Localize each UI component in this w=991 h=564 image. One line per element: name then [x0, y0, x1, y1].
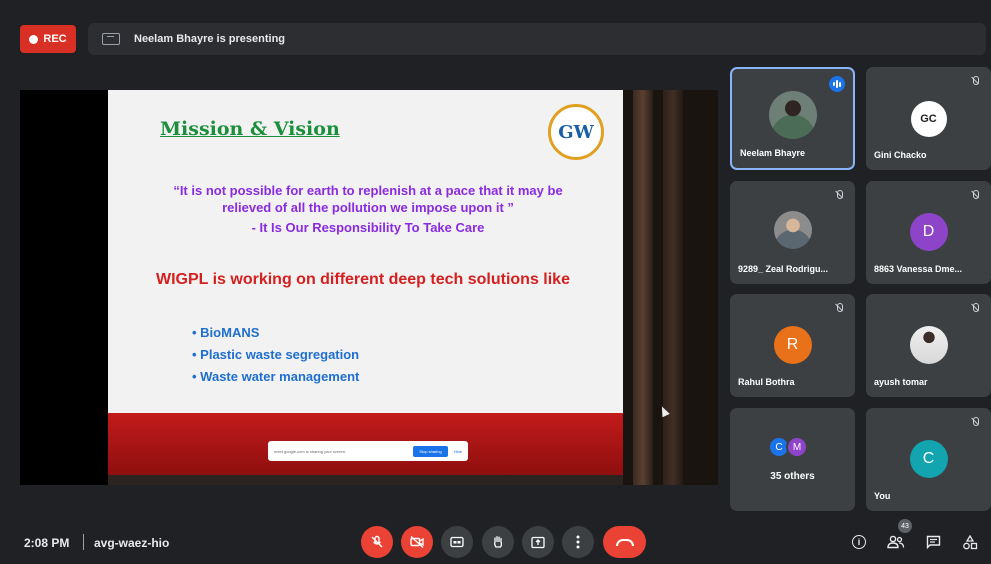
- participant-tile-you[interactable]: C You: [866, 408, 991, 511]
- participant-tile-rahul-bothra[interactable]: R Rahul Bothra: [730, 294, 855, 397]
- slide-title: Mission & Vision: [160, 118, 340, 140]
- meeting-details-button[interactable]: i: [849, 532, 869, 552]
- others-count: 35 others: [770, 471, 815, 482]
- presenting-banner: Neelam Bhayre is presenting: [88, 23, 986, 55]
- participant-name: You: [874, 491, 891, 501]
- avatar: D: [909, 213, 948, 251]
- presenting-text: Neelam Bhayre is presenting: [134, 33, 286, 45]
- end-call-button[interactable]: [603, 526, 646, 558]
- raise-hand-icon: [494, 536, 503, 548]
- present-now-button[interactable]: [522, 526, 554, 558]
- mic-off-icon: [969, 189, 981, 201]
- mini-avatar: M: [786, 436, 808, 458]
- people-icon: [887, 535, 905, 549]
- present-now-icon: [531, 536, 545, 548]
- more-options-button[interactable]: [562, 526, 594, 558]
- others-avatars: C M: [768, 436, 808, 458]
- camera-background: [623, 90, 718, 485]
- avatar: GC: [910, 101, 947, 137]
- participant-name: Gini Chacko: [874, 150, 927, 160]
- camera-toggle-button[interactable]: [401, 526, 433, 558]
- participant-name: ayush tomar: [874, 377, 928, 387]
- camera-off-icon: [410, 535, 424, 549]
- info-icon: i: [852, 535, 866, 549]
- participant-name: Neelam Bhayre: [740, 148, 806, 158]
- participant-tile-zeal[interactable]: 9289_ Zeal Rodrigu...: [730, 181, 855, 284]
- slide-quote-attribution: - It Is Our Responsibility To Take Care: [251, 220, 485, 235]
- captions-icon: [450, 536, 464, 548]
- people-button[interactable]: [886, 532, 906, 552]
- speaking-indicator-icon: [829, 76, 845, 92]
- slide-footer-band: meet.google.com is sharing your screen. …: [108, 413, 623, 475]
- slide-headline: WIGPL is working on different deep tech …: [156, 271, 570, 288]
- slide-bullet: Waste water management: [192, 366, 359, 388]
- chat-button[interactable]: [923, 532, 943, 552]
- slide-bullet: Plastic waste segregation: [192, 344, 359, 366]
- share-bar-text: meet.google.com is sharing your screen.: [274, 448, 347, 454]
- recording-indicator[interactable]: REC: [20, 25, 76, 53]
- mic-off-icon: [969, 416, 981, 428]
- hide-button[interactable]: Hide: [454, 449, 462, 454]
- avatar: [768, 91, 817, 139]
- raise-hand-button[interactable]: [482, 526, 514, 558]
- activities-button[interactable]: [960, 532, 980, 552]
- mic-off-icon: [371, 535, 383, 548]
- meeting-time: 2:08 PM: [24, 536, 70, 550]
- presentation-stage: Mission & Vision GW “It is not possible …: [20, 90, 718, 485]
- avatar: [773, 211, 812, 249]
- present-icon: [102, 33, 120, 45]
- record-dot-icon: [29, 34, 39, 44]
- presentation-slide: Mission & Vision GW “It is not possible …: [108, 90, 623, 475]
- slide-quote: “It is not possible for earth to repleni…: [173, 183, 563, 215]
- stop-sharing-button[interactable]: Stop sharing: [413, 445, 448, 457]
- meeting-code: avg-waez-hio: [94, 536, 170, 550]
- mic-off-icon: [969, 302, 981, 314]
- participant-count-badge: 43: [898, 519, 912, 533]
- participant-tile-ayush-tomar[interactable]: ayush tomar: [866, 294, 991, 397]
- avatar: [909, 326, 948, 364]
- participant-tile-others[interactable]: C M 35 others: [730, 408, 855, 511]
- avatar: R: [773, 326, 812, 364]
- screen-share-bar: meet.google.com is sharing your screen. …: [268, 441, 468, 461]
- chat-icon: [926, 535, 940, 549]
- avatar: C: [909, 440, 948, 478]
- divider: [83, 534, 84, 550]
- slide-bullet-list: BioMANS Plastic waste segregation Waste …: [192, 322, 359, 388]
- participant-name: 8863 Vanessa Dme...: [874, 264, 963, 274]
- participant-name: 9289_ Zeal Rodrigu...: [738, 264, 829, 274]
- slide-bullet: BioMANS: [192, 322, 359, 344]
- participant-name: Rahul Bothra: [738, 377, 795, 387]
- end-call-icon: [615, 538, 634, 546]
- mic-off-icon: [833, 302, 845, 314]
- mic-off-icon: [833, 189, 845, 201]
- more-options-icon: [576, 535, 580, 549]
- participant-tile-gini-chacko[interactable]: GC Gini Chacko: [866, 67, 991, 170]
- activities-icon: [963, 534, 978, 549]
- participant-tile-vanessa[interactable]: D 8863 Vanessa Dme...: [866, 181, 991, 284]
- microphone-toggle-button[interactable]: [361, 526, 393, 558]
- rec-label: REC: [43, 33, 67, 45]
- captions-button[interactable]: [441, 526, 473, 558]
- participant-tile-neelam-bhayre[interactable]: Neelam Bhayre: [730, 67, 855, 170]
- company-logo: GW: [548, 104, 604, 160]
- mic-off-icon: [969, 75, 981, 87]
